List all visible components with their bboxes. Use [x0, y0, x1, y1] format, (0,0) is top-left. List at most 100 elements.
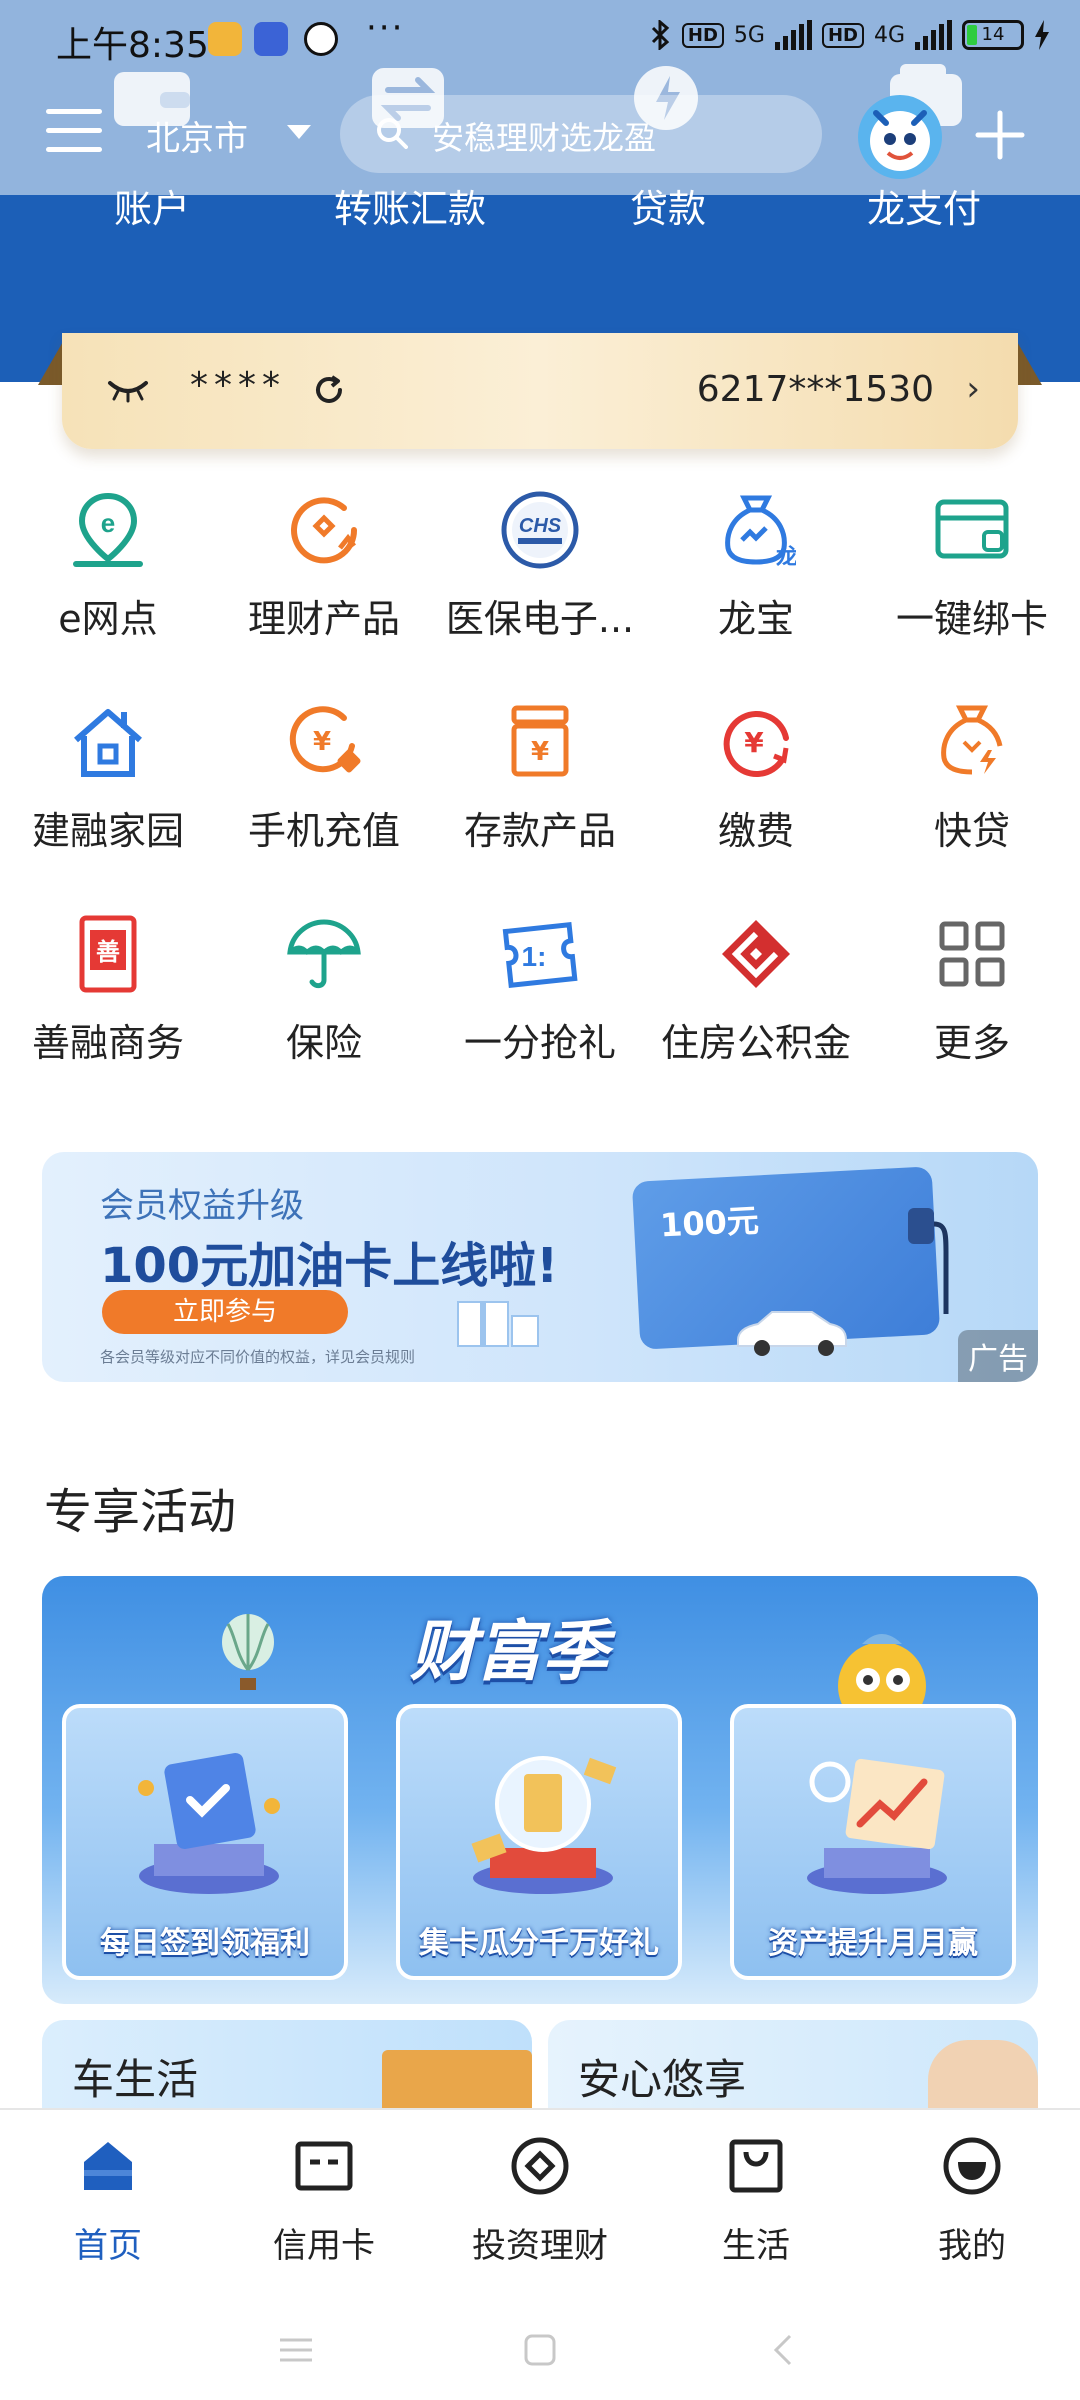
service-housing-fund[interactable]: 住房公积金: [648, 902, 864, 1082]
system-back-icon[interactable]: [764, 2330, 804, 2370]
ad-tag: 广告: [958, 1330, 1038, 1382]
fuel-pump-icon: [908, 1208, 949, 1314]
menu-icon[interactable]: [46, 109, 102, 159]
svg-text:善: 善: [96, 938, 120, 966]
event-card-checkin[interactable]: 每日签到领福利: [62, 1704, 348, 1980]
service-phone-topup[interactable]: ¥ 手机充值: [216, 690, 432, 870]
system-menu-icon[interactable]: [276, 2330, 316, 2370]
nav-life[interactable]: 生活: [648, 2136, 864, 2276]
service-bind-card[interactable]: 一键绑卡: [864, 478, 1080, 658]
quick-nav-pay[interactable]: 龙支付: [814, 178, 1034, 233]
service-longbao[interactable]: 龙 龙宝: [648, 478, 864, 658]
shanrong-icon: 善: [79, 915, 137, 993]
nav-invest[interactable]: 投资理财: [432, 2136, 648, 2276]
more-grid-icon: [939, 921, 1005, 987]
status-indicators: HD 5G HD 4G 14: [650, 20, 1050, 50]
quick-nav-loan[interactable]: 贷款: [558, 178, 778, 233]
account-card[interactable]: **** 6217***1530 ›: [62, 333, 1018, 449]
service-label: 存款产品: [463, 809, 616, 853]
nav-profile[interactable]: 我的: [864, 2136, 1080, 2276]
nav-credit-card[interactable]: 信用卡: [216, 2136, 432, 2276]
service-deposit[interactable]: ¥ 存款产品: [432, 690, 648, 870]
ad-card-value: 100元: [659, 1201, 760, 1245]
invest-icon: [511, 2137, 569, 2195]
umbrella-icon: [287, 919, 361, 989]
bottom-nav: 首页 信用卡 投资理财 生活 我的: [0, 2108, 1080, 2400]
chevron-down-icon[interactable]: [287, 125, 311, 139]
service-more[interactable]: 更多: [864, 902, 1080, 1082]
chevron-right-icon[interactable]: ›: [966, 369, 980, 409]
network-5g: 5G: [733, 22, 765, 48]
service-label: 缴费: [717, 809, 794, 853]
quick-nav: 账户 转账汇款 贷款 龙支付: [0, 178, 1080, 238]
service-label: 一分抢礼: [463, 1021, 616, 1065]
service-label: 更多: [933, 1021, 1010, 1065]
service-quick-loan[interactable]: 快贷: [864, 690, 1080, 870]
quick-loan-icon: [941, 705, 1003, 775]
nav-label: 投资理财: [472, 2226, 608, 2266]
wealth-season-banner[interactable]: 财富季 每日签到领福利 集卡瓜分千万好礼 资产提升月月赢: [42, 1576, 1038, 2004]
service-wealth[interactable]: 理财产品: [216, 478, 432, 658]
card-number: 6217***1530: [696, 369, 934, 410]
calendar-check-icon: [138, 1752, 280, 1894]
gift-box-icon: [457, 1301, 539, 1347]
dragon-mascot-icon: [870, 110, 930, 171]
signal-bars-icon-2: [915, 20, 952, 50]
tile-car-life[interactable]: 车生活: [42, 2020, 532, 2120]
tile-peace-of-mind[interactable]: 安心悠享: [548, 2020, 1038, 2120]
nav-home[interactable]: 首页: [0, 2136, 216, 2276]
event-card-collect[interactable]: 集卡瓜分千万好礼: [396, 1704, 682, 1980]
service-label: 善融商务: [31, 1021, 184, 1065]
mascot-avatar[interactable]: [858, 95, 942, 179]
charging-icon: [1035, 20, 1049, 50]
wealth-product-icon: [291, 497, 358, 564]
section-title: 专享活动: [44, 1484, 237, 1540]
service-label: 保险: [285, 1021, 362, 1065]
search-input[interactable]: 安稳理财选龙盈: [340, 95, 822, 173]
event-label: 资产提升月月赢: [768, 1926, 978, 1961]
profile-icon: [943, 2137, 1001, 2195]
event-card-asset[interactable]: 资产提升月月赢: [730, 1704, 1016, 1980]
service-payment[interactable]: ¥ 缴费: [648, 690, 864, 870]
city-selector[interactable]: 北京市: [146, 111, 248, 160]
service-insurance[interactable]: 保险: [216, 902, 432, 1082]
app-screen: 上午8:35 ··· HD 5G HD 4G 14 北京市 安稳理财选龙盈 账户…: [0, 0, 1080, 2400]
refresh-icon[interactable]: [312, 373, 346, 407]
service-medical[interactable]: CHS 医保电子...: [432, 478, 648, 658]
service-label: 一键绑卡: [895, 597, 1048, 641]
quick-nav-account[interactable]: 账户: [42, 178, 262, 233]
service-ticket[interactable]: 1: 一分抢礼: [432, 902, 648, 1082]
svg-text:e: e: [101, 508, 115, 538]
location-e-icon: e: [73, 492, 143, 567]
ad-banner[interactable]: 会员权益升级 100元加油卡上线啦! 立即参与 各会员等级对应不同价值的权益，详…: [42, 1152, 1038, 1382]
service-shanrong[interactable]: 善 善融商务: [0, 902, 216, 1082]
bind-card-icon: [935, 499, 1009, 559]
masked-balance: ****: [190, 365, 286, 406]
hd-badge-2: HD: [821, 22, 864, 48]
bluetooth-icon: [651, 20, 670, 50]
system-home-icon[interactable]: [520, 2330, 560, 2370]
svg-text:¥: ¥: [744, 726, 764, 759]
ad-note: 各会员等级对应不同价值的权益，详见会员规则: [100, 1348, 416, 1366]
service-e-branch[interactable]: e e网点: [0, 478, 216, 658]
quick-nav-transfer[interactable]: 转账汇款: [300, 178, 520, 233]
longbao-bag-icon: 龙: [725, 495, 796, 570]
svg-text:¥: ¥: [531, 737, 549, 767]
search-icon: [377, 118, 408, 149]
ad-join-button[interactable]: 立即参与: [102, 1290, 348, 1334]
ticket-icon: 1:: [502, 922, 578, 988]
deposit-icon: ¥: [511, 705, 569, 777]
credit-card-icon: [295, 2141, 353, 2191]
service-label: e网点: [58, 597, 158, 641]
medical-insurance-icon: CHS: [501, 491, 579, 569]
service-label: 医保电子...: [445, 597, 635, 641]
shopping-bag-icon: [729, 2139, 783, 2193]
housing-fund-icon: [722, 920, 790, 988]
service-home[interactable]: 建融家园: [0, 690, 216, 870]
growth-chart-icon: [807, 1758, 947, 1894]
eye-closed-icon[interactable]: [106, 377, 150, 403]
service-label: 龙宝: [717, 597, 794, 641]
plus-icon[interactable]: [974, 109, 1026, 161]
status-more-dots: ···: [366, 8, 405, 48]
event-label: 集卡瓜分千万好礼: [419, 1926, 659, 1961]
